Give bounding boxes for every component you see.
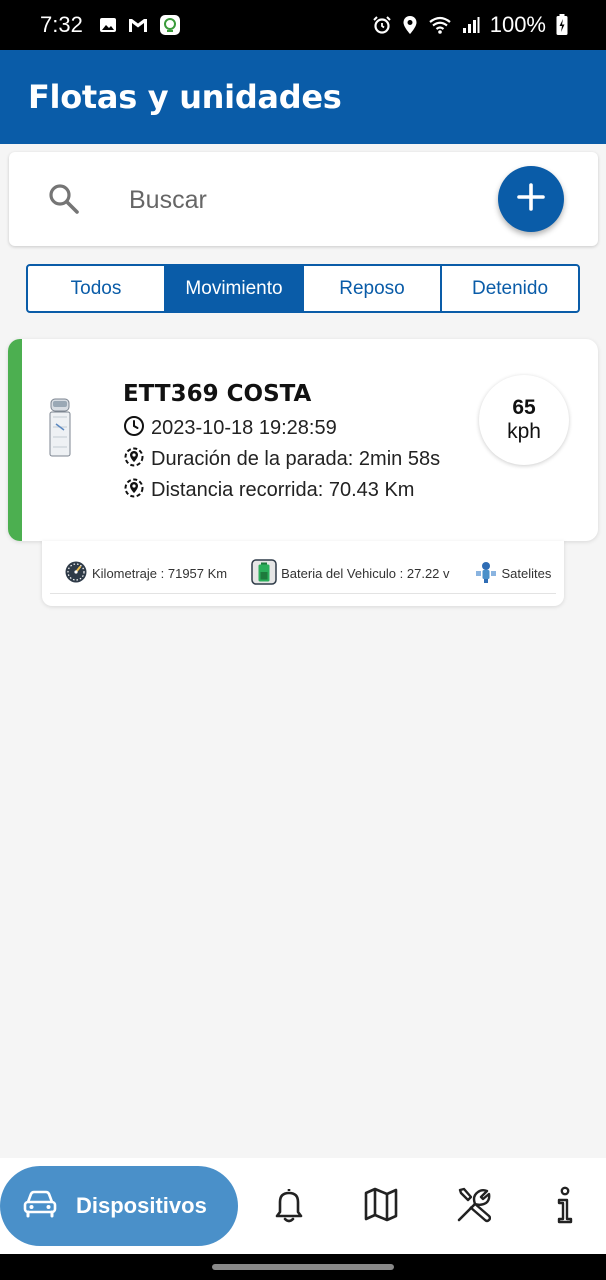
page-title: Flotas y unidades: [28, 78, 342, 116]
car-icon: [22, 1189, 58, 1224]
distance-traveled: Distancia recorrida: 70.43 Km: [151, 479, 415, 501]
filter-tabs: Todos Movimiento Reposo Detenido: [26, 264, 580, 313]
plus-icon: [517, 182, 545, 216]
location-target-icon: [123, 477, 145, 505]
status-bar: 7:32 100%: [0, 0, 606, 50]
odometer-label: Kilometraje : 71957 Km: [92, 566, 228, 581]
alarm-icon: [372, 15, 392, 35]
status-time: 7:32: [40, 12, 83, 37]
app-bar: Flotas y unidades: [0, 50, 606, 144]
info-icon[interactable]: [555, 1186, 575, 1229]
battery-label: Bateria del Vehiculo : 27.22 v: [281, 566, 450, 581]
add-device-button[interactable]: [498, 166, 564, 232]
stop-duration: Duración de la parada: 2min 58s: [151, 448, 441, 470]
wifi-icon: [428, 15, 452, 35]
location-target-icon: [123, 446, 145, 474]
satellite-detail: Satelites: [474, 560, 552, 587]
location-icon: [402, 15, 418, 35]
satellite-icon: [474, 560, 498, 587]
search-bar: [9, 152, 598, 246]
vehicle-battery-icon: [251, 559, 277, 588]
odometer-detail: Kilometraje : 71957 Km: [64, 560, 227, 587]
odometer-icon: [64, 560, 88, 587]
tab-movimiento[interactable]: Movimiento: [166, 266, 304, 311]
nav-item-label: Dispositivos: [76, 1193, 207, 1218]
bottom-navigation: Dispositivos: [0, 1158, 606, 1254]
map-icon[interactable]: [364, 1186, 398, 1227]
app-icon: [159, 14, 181, 36]
device-info: ETT369 COSTA 2023-10-18 19:28:59 Duració…: [123, 381, 440, 506]
timestamp-row: 2023-10-18 19:28:59: [123, 413, 440, 444]
status-bar-left: 7:32: [40, 12, 181, 38]
search-icon[interactable]: [47, 182, 81, 221]
battery-detail: Bateria del Vehiculo : 27.22 v: [251, 559, 450, 588]
nav-item-dispositivos[interactable]: Dispositivos: [0, 1166, 238, 1246]
speed-value: 65: [512, 396, 536, 419]
image-icon: [99, 16, 117, 34]
device-name: ETT369 COSTA: [123, 381, 312, 407]
details-row: Kilometraje : 71957 Km Bateria del Vehic…: [64, 559, 564, 588]
speed-unit: kph: [507, 420, 541, 443]
bell-icon[interactable]: [272, 1186, 306, 1229]
satellite-label: Satelites: [501, 566, 552, 581]
distance-row: Distancia recorrida: 70.43 Km: [123, 475, 440, 506]
tools-icon[interactable]: [455, 1186, 492, 1229]
device-timestamp: 2023-10-18 19:28:59: [151, 417, 337, 439]
search-input[interactable]: [129, 180, 459, 220]
battery-icon: [556, 14, 568, 36]
device-details-strip[interactable]: Kilometraje : 71957 Km Bateria del Vehic…: [42, 541, 564, 606]
home-indicator[interactable]: [212, 1264, 394, 1270]
status-indicator: [8, 339, 22, 541]
truck-icon: [48, 397, 72, 464]
battery-percent: 100%: [489, 12, 546, 37]
device-card[interactable]: ETT369 COSTA 2023-10-18 19:28:59 Duració…: [8, 339, 598, 541]
status-bar-right: 100%: [372, 12, 568, 38]
divider: [50, 593, 556, 594]
stop-duration-row: Duración de la parada: 2min 58s: [123, 444, 440, 475]
signal-icon: [462, 16, 480, 34]
clock-icon: [123, 415, 145, 443]
speed-badge: 65 kph: [479, 375, 569, 465]
gmail-icon: [127, 16, 149, 34]
system-navigation-bar: [0, 1254, 606, 1280]
tab-detenido[interactable]: Detenido: [442, 266, 578, 311]
tab-reposo[interactable]: Reposo: [304, 266, 442, 311]
tab-todos[interactable]: Todos: [28, 266, 166, 311]
